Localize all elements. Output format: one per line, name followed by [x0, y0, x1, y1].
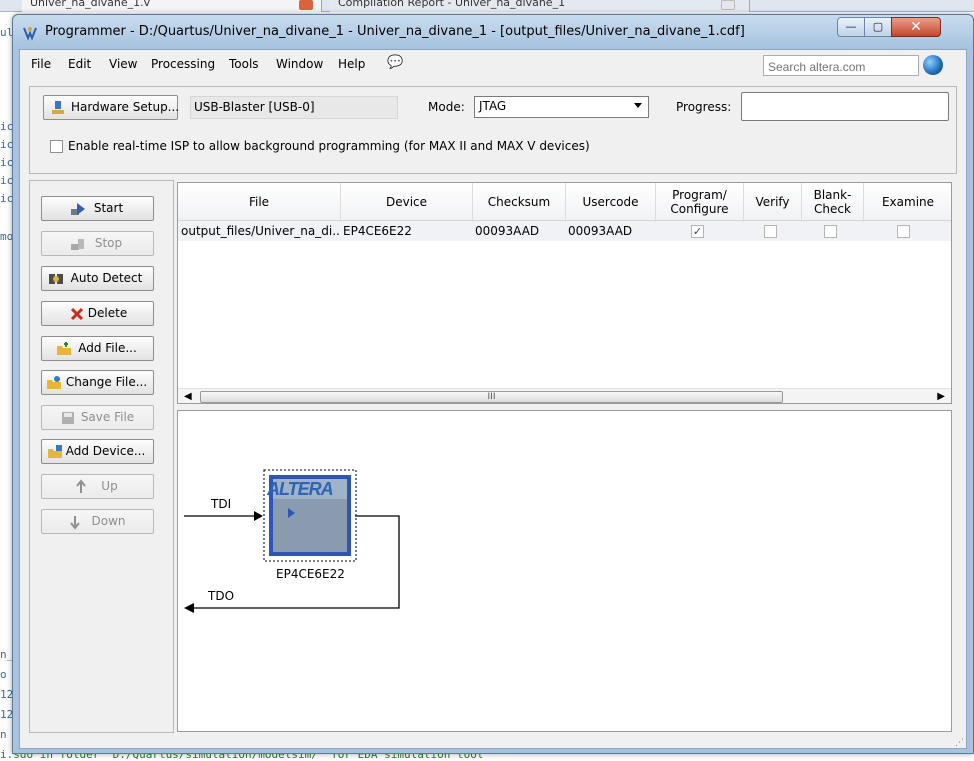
realtime-isp-label: Enable real-time ISP to allow background… — [68, 139, 590, 153]
tdi-label: TDI — [211, 497, 232, 511]
tdo-arrow — [184, 603, 194, 613]
gutter-text: o — [0, 668, 7, 681]
save-file-button[interactable]: Save File — [41, 405, 154, 430]
programmer-window: Programmer - D:/Quartus/Univer_na_divane… — [12, 14, 974, 754]
close-icon[interactable] — [299, 0, 313, 10]
add-file-button[interactable]: Add File... — [41, 336, 154, 361]
change-file-label: Change File... — [65, 375, 148, 389]
scroll-left-icon[interactable]: ◀ — [184, 391, 192, 402]
column-header-verify[interactable]: Verify — [744, 183, 802, 221]
hardware-setup-button[interactable]: Hardware Setup... — [43, 95, 180, 120]
delete-button[interactable]: Delete — [41, 301, 154, 326]
scroll-grip: III — [487, 392, 496, 402]
cell-usercode: 00093AAD — [568, 221, 656, 241]
column-header-blank-check[interactable]: Blank- Check — [802, 183, 864, 221]
title-bar[interactable]: Programmer - D:/Quartus/Univer_na_divane… — [13, 15, 973, 49]
hardware-value: USB-Blaster [USB-0] — [190, 96, 398, 119]
column-header-program-configure[interactable]: Program/ Configure — [656, 183, 744, 221]
device-table: File Device Checksum Usercode Program/ C… — [177, 182, 952, 404]
background-tab-label: Univer_na_divane_1.v — [30, 0, 151, 9]
menu-bar: File Edit View Processing Tools Window H… — [20, 50, 966, 78]
window-title: Programmer - D:/Quartus/Univer_na_divane… — [45, 24, 745, 39]
resize-grip-icon[interactable]: ⋰ — [955, 738, 964, 748]
status-bar: ⋰ — [20, 735, 966, 748]
close-icon[interactable] — [721, 0, 735, 10]
background-tab-compilation-report[interactable]: Compilation Report - Univer_na_divane_1 — [330, 0, 750, 12]
menu-file[interactable]: File — [31, 57, 51, 71]
auto-detect-button[interactable]: Auto Detect — [41, 266, 154, 291]
verify-checkbox[interactable] — [764, 225, 777, 238]
chip-name-label: EP4CE6E22 — [276, 567, 345, 581]
menu-window[interactable]: Window — [276, 57, 323, 71]
programmer-app-icon — [23, 27, 37, 41]
delete-label: Delete — [87, 306, 128, 320]
hardware-panel: Hardware Setup... USB-Blaster [USB-0] Mo… — [29, 86, 957, 174]
start-label: Start — [93, 201, 124, 215]
horizontal-scrollbar[interactable]: ◀ III ▶ — [178, 388, 951, 403]
gutter-text: n — [0, 728, 7, 741]
chevron-down-icon — [634, 103, 642, 108]
menu-view[interactable]: View — [109, 57, 137, 71]
column-header-checksum[interactable]: Checksum — [473, 183, 566, 221]
progress-bar — [741, 92, 949, 121]
change-file-button[interactable]: Change File... — [41, 370, 154, 395]
column-header-device[interactable]: Device — [341, 183, 473, 221]
add-device-button[interactable]: Add Device... — [41, 439, 154, 464]
progress-label: Progress: — [676, 100, 732, 114]
down-button[interactable]: Down — [41, 509, 154, 534]
mode-select[interactable]: JTAG — [474, 96, 649, 118]
stop-button[interactable]: Stop — [41, 231, 154, 256]
tdo-label: TDO — [208, 589, 235, 603]
close-window-button[interactable]: ✕ — [891, 17, 941, 37]
background-tab-strip: Univer_na_divane_1.v Compilation Report … — [0, 0, 974, 12]
hardware-setup-label: Hardware Setup... — [71, 100, 180, 114]
jtag-chain-view: ALTERA TDI TDO EP4CE6E22 — [177, 410, 952, 732]
mode-label: Mode: — [428, 100, 465, 114]
scroll-right-icon[interactable]: ▶ — [937, 391, 945, 402]
action-button-column: Start Stop Auto Detect Delete Add File..… — [29, 180, 174, 733]
menu-processing[interactable]: Processing — [151, 57, 215, 71]
mode-value: JTAG — [479, 99, 507, 113]
search-altera-input[interactable] — [763, 55, 919, 76]
examine-checkbox[interactable] — [897, 225, 910, 238]
cell-device: EP4CE6E22 — [343, 221, 471, 241]
column-header-file[interactable]: File — [178, 183, 341, 221]
tdi-arrow — [254, 511, 263, 521]
realtime-isp-checkbox[interactable] — [50, 140, 63, 153]
add-file-label: Add File... — [78, 341, 137, 355]
auto-detect-label: Auto Detect — [70, 271, 143, 285]
up-label: Up — [101, 479, 118, 493]
window-client-area: File Edit View Processing Tools Window H… — [19, 49, 967, 749]
save-file-label: Save File — [80, 410, 135, 424]
menu-edit[interactable]: Edit — [68, 57, 91, 71]
column-header-usercode[interactable]: Usercode — [566, 183, 656, 221]
cell-checksum: 00093AAD — [475, 221, 565, 241]
program-configure-checkbox[interactable]: ✓ — [691, 225, 704, 238]
help-chat-icon[interactable]: 💬 — [387, 55, 403, 70]
maximize-button[interactable]: ▢ — [864, 17, 892, 37]
background-tab-verilog[interactable]: Univer_na_divane_1.v — [22, 0, 322, 12]
down-label: Down — [91, 514, 126, 528]
cell-file: output_files/Univer_na_di... — [181, 221, 341, 241]
start-button[interactable]: Start — [41, 196, 154, 221]
globe-icon[interactable] — [923, 55, 943, 75]
scroll-thumb[interactable]: III — [200, 391, 783, 403]
column-header-examine[interactable]: Examine — [864, 183, 951, 221]
hardware-setup-icon — [52, 101, 64, 114]
blank-check-checkbox[interactable] — [824, 225, 837, 238]
menu-tools[interactable]: Tools — [229, 57, 259, 71]
stop-label: Stop — [94, 236, 123, 250]
altera-logo: ALTERA — [267, 479, 334, 499]
background-tab-label: Compilation Report - Univer_na_divane_1 — [338, 0, 566, 9]
minimize-button[interactable]: — — [837, 17, 865, 37]
menu-help[interactable]: Help — [338, 57, 365, 71]
add-device-label: Add Device... — [65, 444, 146, 458]
up-button[interactable]: Up — [41, 474, 154, 499]
